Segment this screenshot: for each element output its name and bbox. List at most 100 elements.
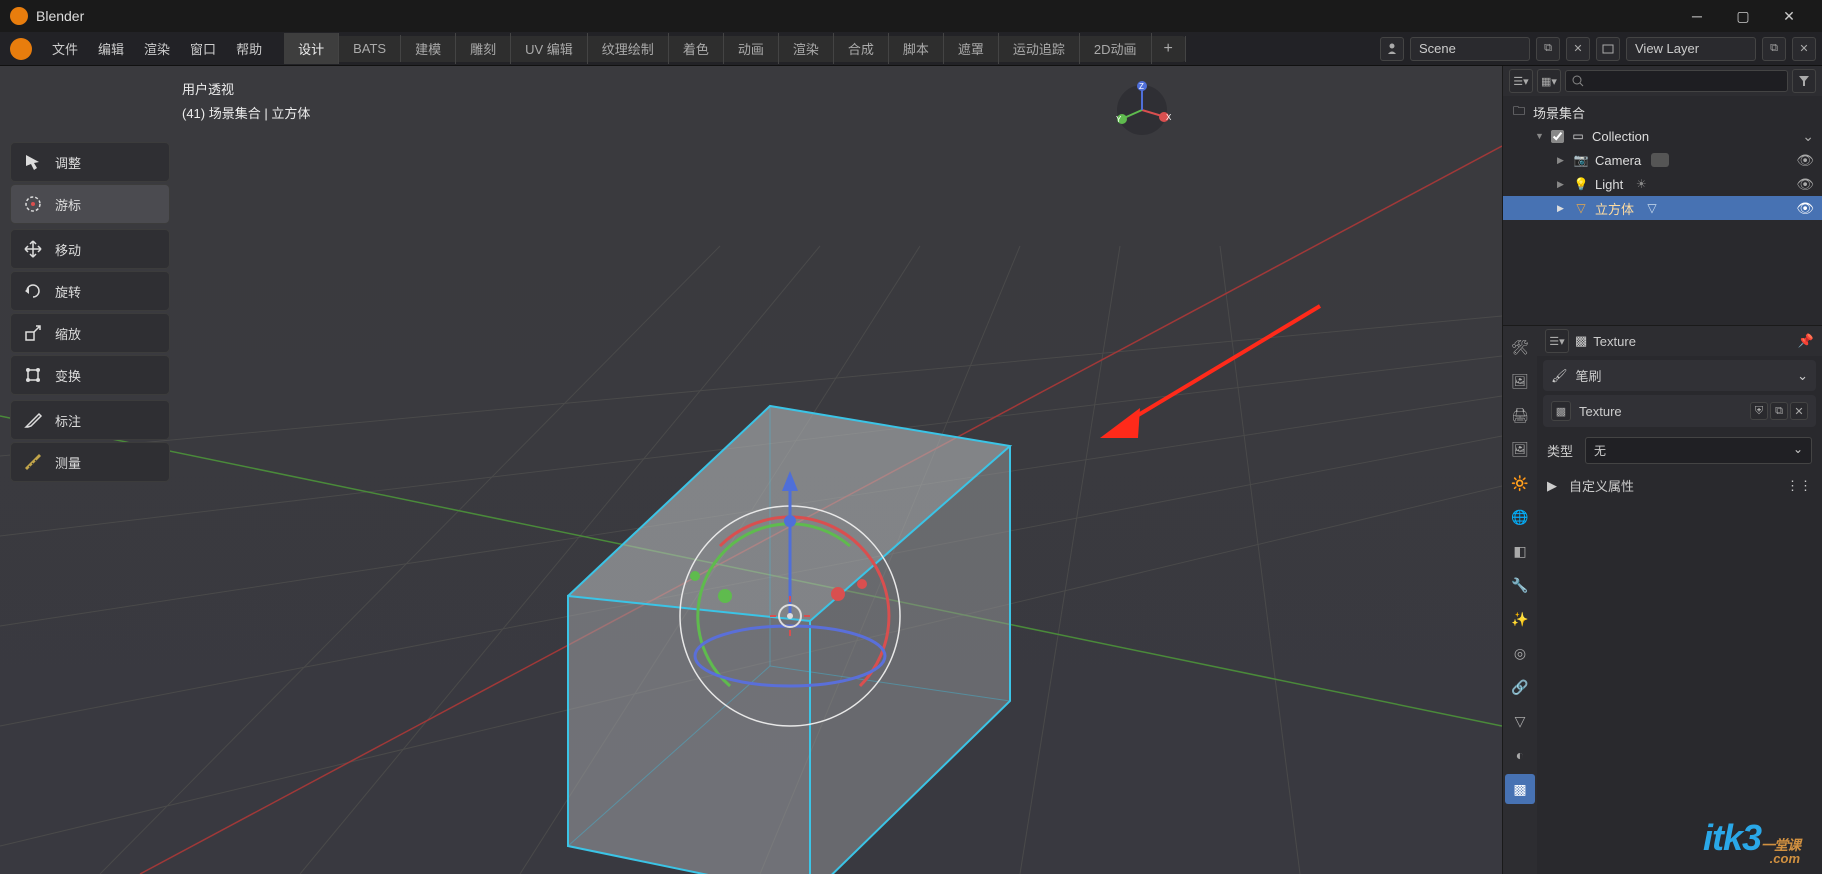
delete-viewlayer-button[interactable]: ✕ xyxy=(1792,37,1816,61)
tool-annotate[interactable]: 标注 xyxy=(10,400,170,440)
tab-modeling[interactable]: 建模 xyxy=(401,33,456,64)
brush-selector[interactable]: 🖌 笔刷 ⌄ xyxy=(1543,360,1816,391)
search-icon xyxy=(1572,75,1584,87)
tab-shading[interactable]: 着色 xyxy=(669,33,724,64)
tab-layout[interactable]: 设计 xyxy=(284,33,339,64)
display-mode-dropdown[interactable]: ▦▾ xyxy=(1537,69,1561,93)
light-data-icon: ☀ xyxy=(1633,176,1649,192)
add-workspace-button[interactable]: + xyxy=(1152,36,1186,62)
tab-bats[interactable]: BATS xyxy=(339,35,401,62)
texture-selector[interactable]: ▩ Texture ⛨ ⧉ ✕ xyxy=(1543,395,1816,427)
type-dropdown[interactable]: 无 ⌄ xyxy=(1585,437,1812,464)
minimize-button[interactable]: ─ xyxy=(1674,0,1720,32)
app-icon[interactable] xyxy=(10,38,32,60)
pin-button[interactable]: 📌 xyxy=(1798,333,1814,349)
menu-help[interactable]: 帮助 xyxy=(226,35,272,62)
move-icon xyxy=(21,237,45,261)
filter-button[interactable] xyxy=(1792,69,1816,93)
3d-viewport[interactable]: 调整 游标 移动 旋转 缩放 xyxy=(0,66,1502,874)
viewlayer-browse-icon[interactable] xyxy=(1596,37,1620,61)
collection-path-label: (41) 场景集合 | 立方体 xyxy=(182,102,310,126)
prop-mode-dropdown[interactable]: ☰▾ xyxy=(1545,329,1569,353)
expand-icon[interactable]: ▼ xyxy=(1535,131,1545,141)
collection-row[interactable]: ▼ ▭ Collection ⌄ xyxy=(1503,124,1822,148)
custom-props-panel[interactable]: ▶ 自定义属性 ⋮⋮ xyxy=(1537,470,1822,501)
annotate-icon xyxy=(21,408,45,432)
tab-2danim[interactable]: 2D动画 xyxy=(1080,33,1152,64)
light-row[interactable]: ▶ 💡 Light ☀ 👁 xyxy=(1503,172,1822,196)
new-viewlayer-button[interactable]: ⧉ xyxy=(1762,37,1786,61)
menu-render[interactable]: 渲染 xyxy=(134,35,180,62)
collection-toggle[interactable] xyxy=(1551,130,1564,143)
visibility-toggle[interactable]: 👁 xyxy=(1796,176,1814,193)
tab-sculpt[interactable]: 雕刻 xyxy=(456,33,511,64)
axis-navigation-gizmo[interactable]: XYZ xyxy=(1112,80,1172,140)
visibility-toggle[interactable]: 👁 xyxy=(1796,152,1814,169)
close-button[interactable]: ✕ xyxy=(1766,0,1812,32)
outliner-mode-dropdown[interactable]: ☰▾ xyxy=(1509,69,1533,93)
tab-animation[interactable]: 动画 xyxy=(724,33,779,64)
tool-move[interactable]: 移动 xyxy=(10,229,170,269)
maximize-button[interactable]: ▢ xyxy=(1720,0,1766,32)
svg-text:Z: Z xyxy=(1139,82,1144,91)
cube-row[interactable]: ▶ ▽ 立方体 ▽ 👁 xyxy=(1503,196,1822,220)
tool-rotate[interactable]: 旋转 xyxy=(10,271,170,311)
collection-label: Collection xyxy=(1592,129,1649,144)
proptab-data[interactable]: ▽ xyxy=(1505,706,1535,736)
camera-row[interactable]: ▶ 📷 Camera 👁 xyxy=(1503,148,1822,172)
tool-cursor[interactable]: 游标 xyxy=(10,184,170,224)
tab-scripting[interactable]: 脚本 xyxy=(889,33,944,64)
svg-text:X: X xyxy=(1166,113,1172,122)
proptab-object[interactable]: ◧ xyxy=(1505,536,1535,566)
chevron-expand-icon[interactable]: ⌄ xyxy=(1802,128,1814,145)
proptab-render[interactable]: 🖼 xyxy=(1505,366,1535,396)
proptab-world[interactable]: 🌐 xyxy=(1505,502,1535,532)
proptab-tool[interactable]: 🛠 xyxy=(1505,332,1535,362)
tab-uv[interactable]: UV 编辑 xyxy=(511,33,588,64)
proptab-modifier[interactable]: 🔧 xyxy=(1505,570,1535,600)
scale-icon xyxy=(21,321,45,345)
proptab-texture[interactable]: ▩ xyxy=(1505,774,1535,804)
tool-measure[interactable]: 测量 xyxy=(10,442,170,482)
duplicate-button[interactable]: ⧉ xyxy=(1770,402,1788,420)
delete-scene-button[interactable]: ✕ xyxy=(1566,37,1590,61)
expand-icon[interactable]: ▶ xyxy=(1557,155,1567,166)
tool-tweak[interactable]: 调整 xyxy=(10,142,170,182)
scene-browse-icon[interactable] xyxy=(1380,37,1404,61)
proptab-particles[interactable]: ✨ xyxy=(1505,604,1535,634)
proptab-physics[interactable]: ◎ xyxy=(1505,638,1535,668)
new-scene-button[interactable]: ⧉ xyxy=(1536,37,1560,61)
unlink-button[interactable]: ✕ xyxy=(1790,402,1808,420)
tab-tracking[interactable]: 运动追踪 xyxy=(999,33,1080,64)
visibility-toggle[interactable]: 👁 xyxy=(1796,200,1814,217)
shield-icon[interactable]: ⛨ xyxy=(1750,402,1768,420)
menu-edit[interactable]: 编辑 xyxy=(88,35,134,62)
proptab-scene[interactable]: 🔆 xyxy=(1505,468,1535,498)
rotate-icon xyxy=(21,279,45,303)
proptab-viewlayer[interactable]: 🖼 xyxy=(1505,434,1535,464)
scene-name-input[interactable] xyxy=(1410,37,1530,61)
tab-mask[interactable]: 遮罩 xyxy=(944,33,999,64)
tab-texpaint[interactable]: 纹理绘制 xyxy=(588,33,669,64)
tab-rendering[interactable]: 渲染 xyxy=(779,33,834,64)
proptab-constraint[interactable]: 🔗 xyxy=(1505,672,1535,702)
watermark-text: itk3 xyxy=(1703,817,1761,858)
grip-icon[interactable]: ⋮⋮ xyxy=(1786,478,1812,494)
menu-file[interactable]: 文件 xyxy=(42,35,88,62)
tool-transform-label: 变换 xyxy=(55,366,81,385)
tab-compositing[interactable]: 合成 xyxy=(834,33,889,64)
top-menu-bar: 文件 编辑 渲染 窗口 帮助 设计 BATS 建模 雕刻 UV 编辑 纹理绘制 … xyxy=(0,32,1822,66)
expand-icon[interactable]: ▶ xyxy=(1557,203,1567,214)
tool-scale[interactable]: 缩放 xyxy=(10,313,170,353)
collection-box-icon: ▭ xyxy=(1570,128,1586,144)
scene-collection-row[interactable]: 🗀 场景集合 xyxy=(1503,100,1822,124)
proptab-material[interactable]: ◐ xyxy=(1505,740,1535,770)
tool-transform[interactable]: 变换 xyxy=(10,355,170,395)
outliner-search-input[interactable] xyxy=(1565,70,1788,92)
expand-icon[interactable]: ▶ xyxy=(1557,179,1567,190)
proptab-output[interactable]: 🖨 xyxy=(1505,400,1535,430)
viewlayer-name-input[interactable] xyxy=(1626,37,1756,61)
watermark: itk3一堂课 .com xyxy=(1703,817,1800,866)
menu-window[interactable]: 窗口 xyxy=(180,35,226,62)
cube-label: 立方体 xyxy=(1595,199,1634,218)
